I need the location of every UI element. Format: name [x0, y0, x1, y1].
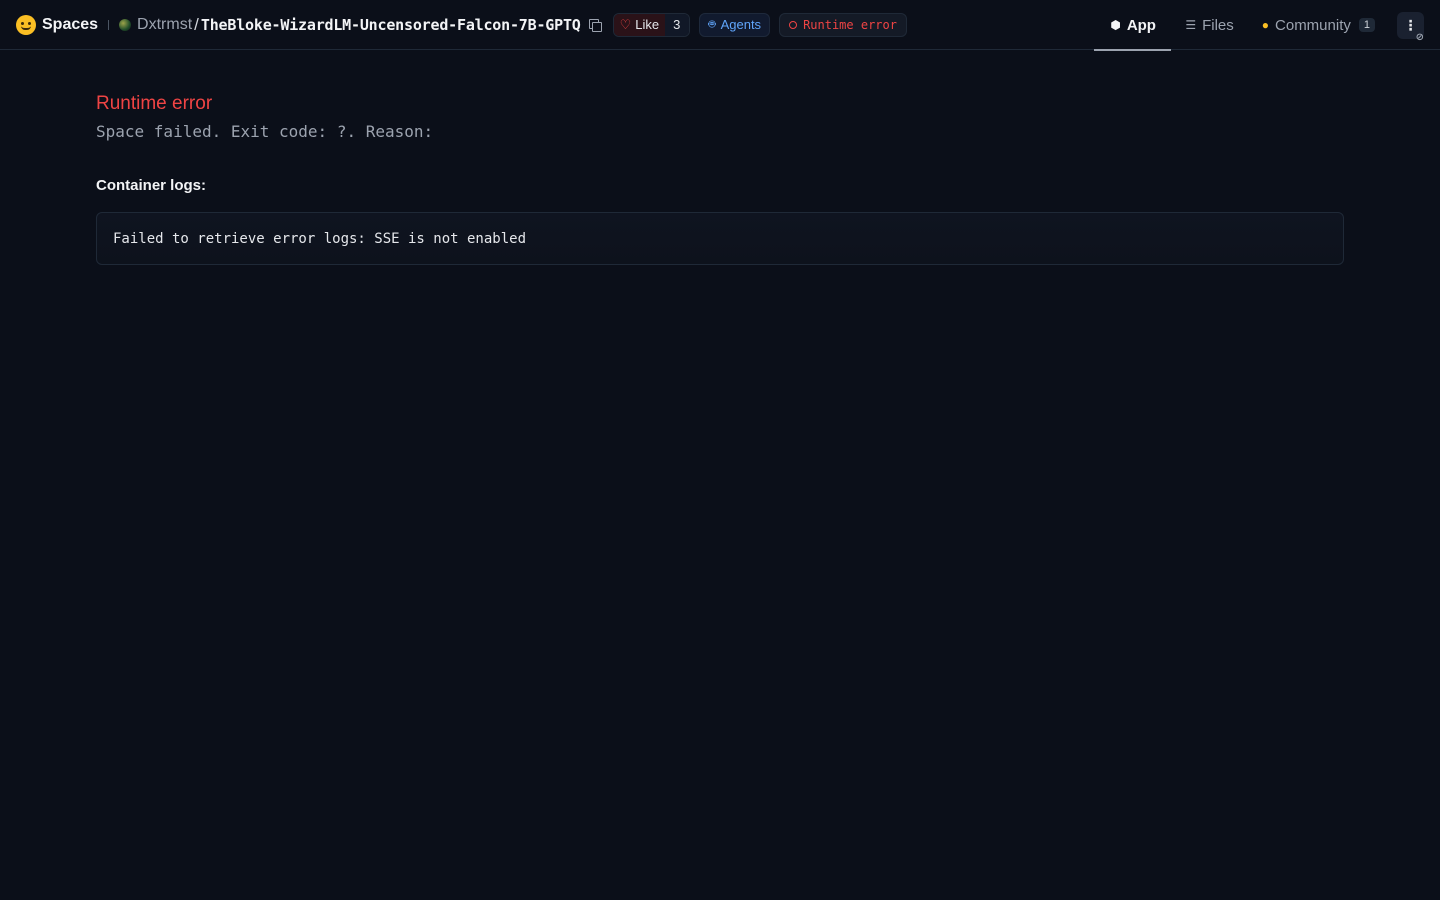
tab-files-label: Files [1202, 16, 1234, 34]
logs-text: Failed to retrieve error logs: SSE is no… [113, 230, 527, 247]
agents-button[interactable]: 🤖︎ Agents [699, 12, 771, 37]
repo-name-link[interactable]: TheBloke-WizardLM-Uncensored-Falcon-7B-G… [201, 16, 581, 34]
status-badge[interactable]: Runtime error [779, 12, 907, 37]
tab-community-label: Community [1275, 16, 1351, 34]
owner-link[interactable]: Dxtrmst [137, 16, 192, 34]
spaces-home-link[interactable]: Spaces [16, 14, 99, 35]
heart-icon: ♡ [619, 16, 632, 32]
tab-files[interactable]: ☰ Files [1171, 0, 1247, 50]
path-separator: / [194, 14, 199, 34]
error-title: Runtime error [96, 93, 213, 114]
community-count-badge: 1 [1358, 18, 1375, 32]
like-button[interactable]: ♡ Like 3 [612, 12, 691, 37]
tab-app[interactable]: ⬢ App [1094, 0, 1172, 51]
agents-label: Agents [720, 17, 762, 32]
tab-community[interactable]: ● Community 1 [1248, 0, 1389, 50]
status-circle-icon [789, 20, 798, 29]
community-icon: ● [1261, 18, 1270, 32]
divider [108, 19, 110, 30]
like-count[interactable]: 3 [665, 13, 690, 36]
error-reason: Space failed. Exit code: ?. Reason: [96, 122, 434, 141]
huggingface-logo-icon [16, 14, 36, 35]
status-label: Runtime error [803, 17, 897, 32]
main-content: Runtime error Space failed. Exit code: ?… [96, 92, 1344, 265]
brand-label: Spaces [42, 15, 99, 33]
like-main[interactable]: ♡ Like [613, 13, 666, 36]
cube-icon: ⬢ [1110, 18, 1121, 32]
space-tabs: ⬢ App ☰ Files ● Community 1 ⋮ ⊘ [1094, 0, 1440, 51]
robot-icon: 🤖︎ [708, 17, 716, 31]
container-logs-heading: Container logs: [96, 177, 207, 194]
container-logs-box[interactable]: Failed to retrieve error logs: SSE is no… [96, 212, 1344, 265]
tab-app-label: App [1126, 16, 1156, 34]
more-options-button[interactable]: ⋮ ⊘ [1397, 12, 1424, 43]
files-icon: ☰ [1185, 18, 1197, 32]
owner-avatar [119, 18, 132, 31]
copy-icon[interactable] [588, 18, 602, 32]
like-label: Like [635, 17, 660, 32]
top-navbar: Spaces Dxtrmst / TheBloke-WizardLM-Uncen… [0, 0, 1440, 51]
link-icon: ⊘ [1415, 32, 1424, 43]
